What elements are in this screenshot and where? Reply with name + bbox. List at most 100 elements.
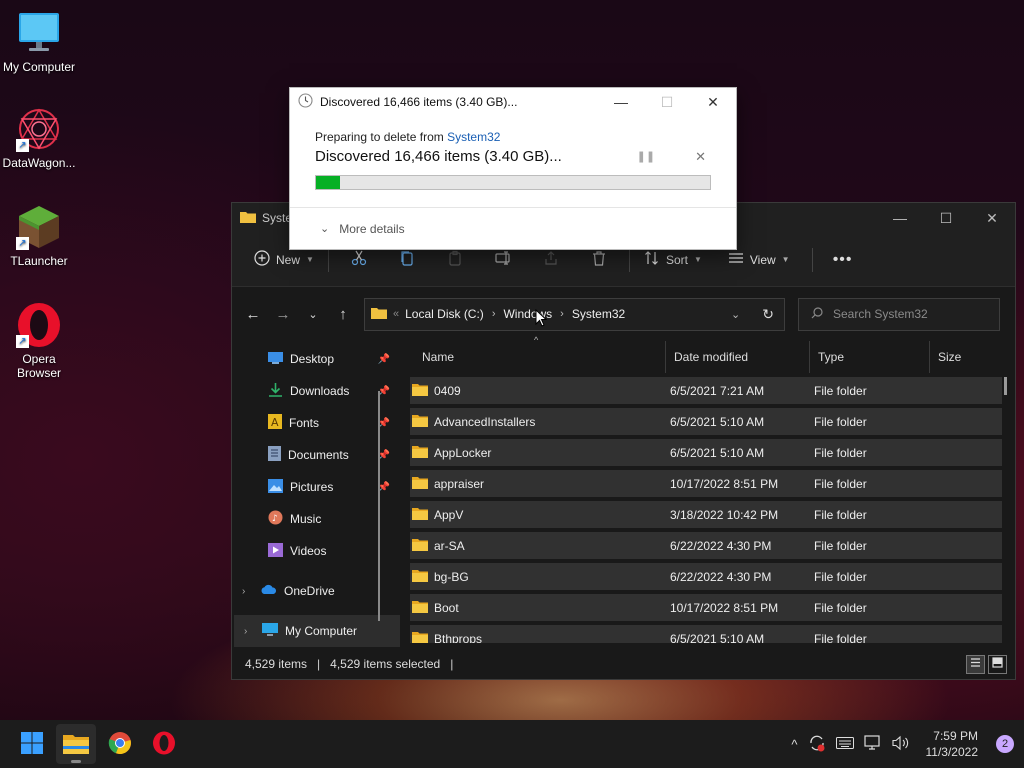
up-button[interactable]: ↑ <box>328 299 358 329</box>
more-details-toggle[interactable]: ⌄ More details <box>290 207 736 249</box>
refresh-icon[interactable]: ↻ <box>762 306 774 323</box>
sync-alert-icon[interactable] <box>808 734 826 755</box>
details-view-button[interactable] <box>966 654 985 674</box>
view-label: View <box>749 252 776 267</box>
nav-item-music[interactable]: ♪ Music <box>232 503 402 535</box>
table-row[interactable]: 0409 6/5/2021 7:21 AM File folder <box>410 377 1002 404</box>
nav-item-my-computer[interactable]: › My Computer <box>234 615 400 647</box>
desktop-icon-my-computer[interactable]: My Computer <box>0 10 78 74</box>
nav-item-documents[interactable]: Documents 📌 <box>232 439 402 471</box>
arrow-up-icon: ↑ <box>339 305 347 323</box>
folder-icon <box>371 306 387 322</box>
desktop-icon-opera[interactable]: ↗ Opera Browser <box>0 302 78 380</box>
file-name: AppV <box>434 507 464 522</box>
pin-icon[interactable]: 📌 <box>378 354 390 365</box>
file-type: File folder <box>814 538 867 553</box>
start-button[interactable] <box>12 724 52 764</box>
breadcrumb-local-disk[interactable]: Local Disk (C:) <box>405 307 484 321</box>
clock-icon <box>298 93 313 111</box>
chevron-right-icon[interactable]: › <box>242 586 245 597</box>
svg-text:A: A <box>271 416 279 429</box>
desktop-icon-datawagon[interactable]: ↗ DataWagon... <box>0 106 78 170</box>
table-row[interactable]: AdvancedInstallers 6/5/2021 5:10 AM File f… <box>410 408 1002 435</box>
network-icon[interactable] <box>863 734 882 754</box>
notification-badge[interactable]: 2 <box>996 735 1014 753</box>
file-date: 6/22/2022 4:30 PM <box>670 569 772 584</box>
opera-icon <box>152 731 176 758</box>
divider <box>327 247 329 272</box>
nav-item-downloads[interactable]: Downloads 📌 <box>232 375 402 407</box>
nav-item-label: Desktop <box>290 352 335 366</box>
sort-label: Sort <box>665 252 688 267</box>
recent-locations-button[interactable]: ⌄ <box>298 299 328 329</box>
desktop-icon-tlauncher[interactable]: ↗ TLauncher <box>0 204 78 268</box>
taskbar-chrome[interactable] <box>100 724 140 764</box>
preview-view-icon <box>992 657 1003 671</box>
column-header-size[interactable]: Size <box>930 341 1010 373</box>
desktop-folder-icon <box>268 351 283 367</box>
minimize-button[interactable]: — <box>877 203 923 233</box>
forward-button[interactable]: → <box>268 299 298 329</box>
file-name: bg-BG <box>434 569 469 584</box>
folder-icon <box>412 476 428 492</box>
nav-item-videos[interactable]: Videos <box>232 535 402 567</box>
close-button[interactable]: ✕ <box>969 203 1015 233</box>
mouse-cursor-icon <box>535 308 548 330</box>
file-name-cell: ar-SA <box>410 538 670 554</box>
file-name-cell: AppV <box>410 507 670 523</box>
table-row[interactable]: Bthprops 6/5/2021 5:10 AM File folder <box>410 625 1002 643</box>
file-type: File folder <box>814 600 867 615</box>
address-bar[interactable]: « Local Disk (C:) › Windows › System32 ⌄… <box>364 297 785 331</box>
keyboard-icon[interactable] <box>835 736 854 752</box>
dialog-minimize-button[interactable]: — <box>598 88 644 116</box>
nav-item-label: Downloads <box>290 384 350 398</box>
source-folder-link[interactable]: System32 <box>447 130 500 144</box>
table-row[interactable]: bg-BG 6/22/2022 4:30 PM File folder <box>410 563 1002 590</box>
table-row[interactable]: appraiser 10/17/2022 8:51 PM File folder <box>410 470 1002 497</box>
copy-icon <box>399 250 415 269</box>
table-row[interactable]: AppLocker 6/5/2021 5:10 AM File folder <box>410 439 1002 466</box>
delete-icon <box>591 250 607 269</box>
nav-item-fonts[interactable]: A Fonts 📌 <box>232 407 402 439</box>
more-options-button[interactable]: ••• <box>819 244 867 276</box>
file-type: File folder <box>814 476 867 491</box>
file-date: 10/17/2022 8:51 PM <box>670 476 779 491</box>
nav-scrollbar[interactable] <box>378 391 380 621</box>
shortcut-arrow-icon: ↗ <box>16 139 29 152</box>
column-header-type[interactable]: Type <box>810 341 930 373</box>
column-header-date[interactable]: Date modified <box>666 341 810 373</box>
address-dropdown-icon[interactable]: ⌄ <box>731 308 740 321</box>
pause-icon[interactable]: ❚❚ <box>637 150 655 163</box>
delete-progress-dialog: Discovered 16,466 items (3.40 GB)... — ☐… <box>289 87 737 250</box>
column-header-name[interactable]: Name <box>406 341 666 373</box>
computer-icon <box>262 622 278 640</box>
taskbar-clock[interactable]: 7:59 PM 11/3/2022 <box>926 728 979 760</box>
volume-icon[interactable] <box>891 735 910 754</box>
file-type: File folder <box>814 414 867 429</box>
vertical-scrollbar[interactable] <box>1004 377 1007 395</box>
more-horizontal-icon: ••• <box>832 250 853 268</box>
taskbar-file-explorer[interactable] <box>56 724 96 764</box>
nav-item-desktop[interactable]: Desktop 📌 <box>232 343 402 375</box>
chevron-right-icon[interactable]: › <box>244 626 247 637</box>
back-button[interactable]: ← <box>238 299 268 329</box>
maximize-button[interactable]: ☐ <box>923 203 969 233</box>
cancel-icon[interactable]: ✕ <box>695 149 706 165</box>
search-input[interactable]: Search System32 <box>798 297 1000 331</box>
file-name: appraiser <box>434 476 485 491</box>
sort-icon <box>644 250 660 269</box>
breadcrumb-system32[interactable]: System32 <box>572 307 625 321</box>
desktop-icon-label: My Computer <box>2 60 76 74</box>
search-icon <box>811 306 823 322</box>
nav-item-pictures[interactable]: Pictures 📌 <box>232 471 402 503</box>
show-hidden-icons-chevron-up-icon[interactable]: ^ <box>791 737 797 752</box>
nav-item-onedrive[interactable]: › OneDrive <box>232 575 402 607</box>
dialog-titlebar[interactable]: Discovered 16,466 items (3.40 GB)... — ☐… <box>290 88 736 116</box>
taskbar-opera[interactable] <box>144 724 184 764</box>
table-row[interactable]: Boot 10/17/2022 8:51 PM File folder <box>410 594 1002 621</box>
column-header-row: ^ Name Date modified Type Size <box>406 335 1015 373</box>
preview-view-button[interactable] <box>988 654 1007 674</box>
table-row[interactable]: ar-SA 6/22/2022 4:30 PM File folder <box>410 532 1002 559</box>
table-row[interactable]: AppV 3/18/2022 10:42 PM File folder <box>410 501 1002 528</box>
dialog-close-button[interactable]: ✕ <box>690 88 736 116</box>
